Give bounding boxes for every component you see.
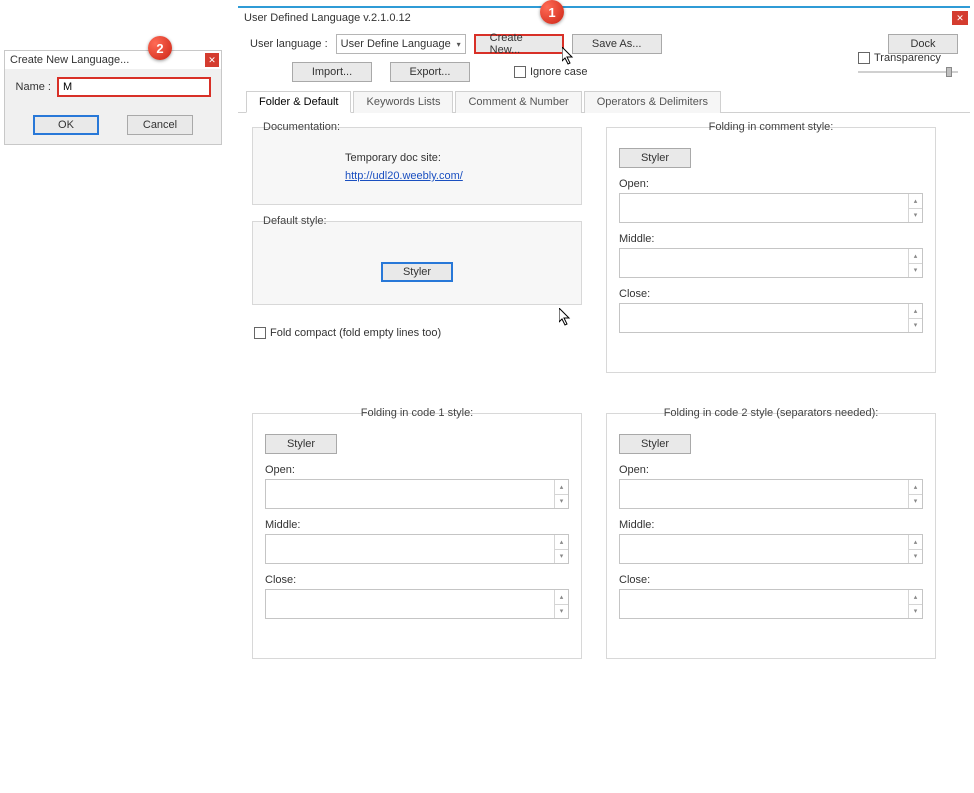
- folding-comment-middle-input[interactable]: ▴▾: [619, 248, 923, 278]
- spin-down-icon[interactable]: ▾: [908, 550, 922, 564]
- transparency-checkbox[interactable]: Transparency: [858, 52, 958, 64]
- folding-code2-group: Folding in code 2 style (separators need…: [606, 413, 936, 659]
- folding-code2-open-input[interactable]: ▴▾: [619, 479, 923, 509]
- name-label: Name :: [15, 81, 57, 93]
- folding-code1-group: Folding in code 1 style: Styler Open: ▴▾…: [252, 413, 582, 659]
- group-title: Default style:: [253, 215, 581, 227]
- user-language-label: User language :: [250, 38, 328, 50]
- open-label: Open:: [619, 178, 923, 190]
- create-language-dialog: Create New Language... ✕ Name : OK Cance…: [4, 50, 222, 145]
- folding-comment-open-input[interactable]: ▴▾: [619, 193, 923, 223]
- main-titlebar: User Defined Language v.2.1.0.12 ✕: [238, 8, 970, 28]
- tab-operators-delimiters[interactable]: Operators & Delimiters: [584, 91, 721, 113]
- documentation-group: Documentation: Temporary doc site: http:…: [252, 127, 582, 205]
- group-title: Folding in comment style:: [607, 121, 935, 133]
- spin-up-icon[interactable]: ▴: [554, 480, 568, 495]
- spin-down-icon[interactable]: ▾: [908, 605, 922, 619]
- spin-up-icon[interactable]: ▴: [554, 535, 568, 550]
- checkbox-icon: [254, 327, 266, 339]
- folding-code2-styler-button[interactable]: Styler: [619, 434, 691, 454]
- transparency-label: Transparency: [874, 52, 941, 64]
- close-label: Close:: [619, 574, 923, 586]
- transparency-slider[interactable]: [858, 68, 958, 76]
- dock-button[interactable]: Dock: [888, 34, 958, 54]
- fold-compact-label: Fold compact (fold empty lines too): [270, 327, 441, 339]
- right-column-bottom: Folding in code 2 style (separators need…: [606, 413, 936, 675]
- spin-up-icon[interactable]: ▴: [908, 249, 922, 264]
- dialog-title: Create New Language...: [7, 54, 205, 66]
- folding-code1-open-input[interactable]: ▴▾: [265, 479, 569, 509]
- middle-label: Middle:: [619, 233, 923, 245]
- tab-comment-number[interactable]: Comment & Number: [455, 91, 581, 113]
- main-title: User Defined Language v.2.1.0.12: [240, 12, 952, 24]
- spin-down-icon[interactable]: ▾: [908, 319, 922, 333]
- left-column-bottom: Folding in code 1 style: Styler Open: ▴▾…: [252, 413, 582, 675]
- import-button[interactable]: Import...: [292, 62, 372, 82]
- spin-up-icon[interactable]: ▴: [908, 480, 922, 495]
- combo-value: User Define Language: [341, 38, 451, 50]
- transparency-group: Transparency: [858, 52, 958, 76]
- cancel-button[interactable]: Cancel: [127, 115, 193, 135]
- slider-thumb-icon: [946, 67, 952, 77]
- default-style-group: Default style: Styler: [252, 221, 582, 305]
- checkbox-icon: [858, 52, 870, 64]
- right-column: Folding in comment style: Styler Open: ▴…: [606, 127, 936, 389]
- middle-label: Middle:: [619, 519, 923, 531]
- name-input[interactable]: [57, 77, 211, 97]
- tab-folder-default[interactable]: Folder & Default: [246, 91, 351, 113]
- spin-down-icon[interactable]: ▾: [554, 495, 568, 509]
- group-title: Documentation:: [253, 121, 581, 133]
- doc-url-link[interactable]: http://udl20.weebly.com/: [345, 170, 569, 182]
- dialog-titlebar: Create New Language... ✕: [5, 51, 221, 69]
- ok-button[interactable]: OK: [33, 115, 99, 135]
- group-title: Folding in code 1 style:: [253, 407, 581, 419]
- spin-down-icon[interactable]: ▾: [908, 264, 922, 278]
- chevron-down-icon: ▾: [457, 40, 461, 49]
- save-as-button[interactable]: Save As...: [572, 34, 662, 54]
- ignore-case-label: Ignore case: [530, 66, 587, 78]
- dialog-buttons: OK Cancel: [5, 115, 221, 135]
- folding-comment-close-input[interactable]: ▴▾: [619, 303, 923, 333]
- tab-keywords[interactable]: Keywords Lists: [353, 91, 453, 113]
- default-styler-button[interactable]: Styler: [381, 262, 453, 282]
- callout-1: 1: [540, 0, 564, 24]
- callout-2: 2: [148, 36, 172, 60]
- open-label: Open:: [265, 464, 569, 476]
- open-label: Open:: [619, 464, 923, 476]
- spin-up-icon[interactable]: ▴: [908, 590, 922, 605]
- close-label: Close:: [619, 288, 923, 300]
- temp-doc-label: Temporary doc site:: [345, 152, 569, 164]
- spin-down-icon[interactable]: ▾: [908, 209, 922, 223]
- folding-code1-styler-button[interactable]: Styler: [265, 434, 337, 454]
- spin-down-icon[interactable]: ▾: [554, 605, 568, 619]
- folding-comment-group: Folding in comment style: Styler Open: ▴…: [606, 127, 936, 373]
- close-label: Close:: [265, 574, 569, 586]
- tab-strip: Folder & Default Keywords Lists Comment …: [238, 90, 970, 113]
- spin-up-icon[interactable]: ▴: [908, 194, 922, 209]
- ignore-case-checkbox[interactable]: Ignore case: [514, 66, 587, 78]
- spin-down-icon[interactable]: ▾: [908, 495, 922, 509]
- spin-down-icon[interactable]: ▾: [554, 550, 568, 564]
- user-language-combo[interactable]: User Define Language ▾: [336, 34, 466, 54]
- close-icon[interactable]: ✕: [205, 53, 219, 67]
- spin-up-icon[interactable]: ▴: [908, 304, 922, 319]
- left-column: Documentation: Temporary doc site: http:…: [252, 127, 582, 389]
- create-new-button[interactable]: Create New...: [474, 34, 564, 54]
- checkbox-icon: [514, 66, 526, 78]
- folding-code2-middle-input[interactable]: ▴▾: [619, 534, 923, 564]
- export-button[interactable]: Export...: [390, 62, 470, 82]
- middle-label: Middle:: [265, 519, 569, 531]
- spin-up-icon[interactable]: ▴: [554, 590, 568, 605]
- udl-main-window: User Defined Language v.2.1.0.12 ✕ User …: [238, 6, 970, 789]
- folding-code2-close-input[interactable]: ▴▾: [619, 589, 923, 619]
- group-title: Folding in code 2 style (separators need…: [607, 407, 935, 419]
- name-row: Name :: [5, 77, 221, 97]
- folding-comment-styler-button[interactable]: Styler: [619, 148, 691, 168]
- spin-up-icon[interactable]: ▴: [908, 535, 922, 550]
- fold-compact-checkbox[interactable]: Fold compact (fold empty lines too): [254, 327, 582, 339]
- folding-code1-close-input[interactable]: ▴▾: [265, 589, 569, 619]
- tab-content: Documentation: Temporary doc site: http:…: [238, 113, 970, 689]
- close-icon[interactable]: ✕: [952, 11, 968, 25]
- folding-code1-middle-input[interactable]: ▴▾: [265, 534, 569, 564]
